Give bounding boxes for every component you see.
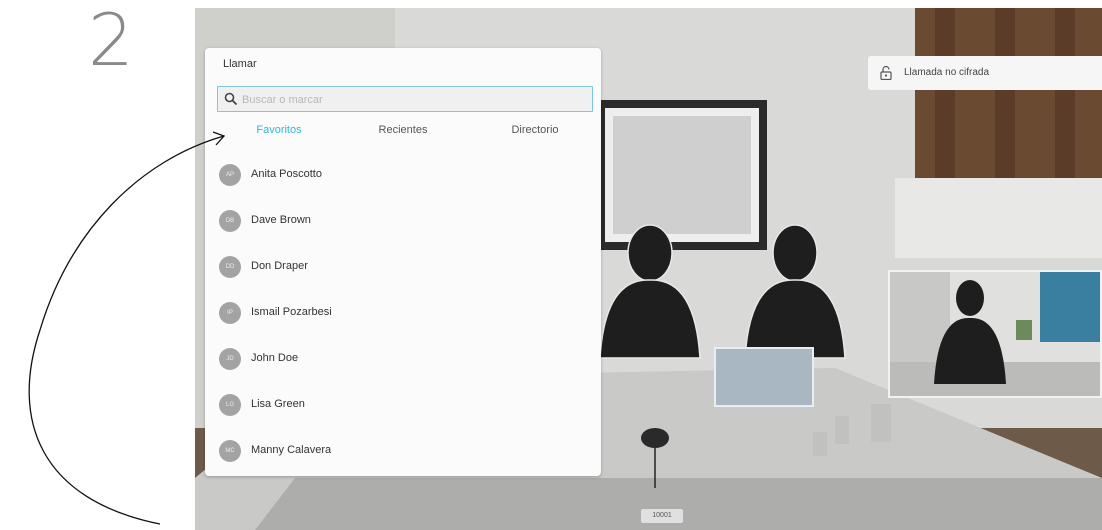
contact-item[interactable]: JD John Doe (205, 336, 601, 382)
avatar: IP (219, 302, 241, 324)
avatar: LG (219, 394, 241, 416)
tab-bar: Favoritos Recientes Directorio (205, 124, 601, 148)
call-panel: Llamar Favoritos Recientes Directorio AP… (205, 48, 601, 476)
tab-favoritos[interactable]: Favoritos (213, 124, 345, 136)
step-number: 2 (88, 0, 134, 82)
contact-item[interactable]: DD Don Draper (205, 244, 601, 290)
search-icon (224, 92, 238, 106)
contact-item[interactable]: LG Lisa Green (205, 382, 601, 428)
contact-name: John Doe (251, 352, 299, 364)
search-input[interactable] (240, 89, 584, 111)
avatar: DB (219, 210, 241, 232)
contact-list: AP Anita Poscotto DB Dave Brown DD Don D… (205, 152, 601, 474)
avatar: DD (219, 256, 241, 278)
search-box[interactable] (217, 86, 593, 112)
extension-label: 10001 (641, 509, 683, 523)
self-view-pip[interactable] (888, 270, 1102, 398)
contact-item[interactable]: AP Anita Poscotto (205, 152, 601, 198)
contact-name: Don Draper (251, 260, 308, 272)
contact-name: Manny Calavera (251, 444, 332, 456)
contact-name: Ismail Pozarbesi (251, 306, 332, 318)
tab-recientes[interactable]: Recientes (337, 124, 469, 136)
avatar: AP (219, 164, 241, 186)
unlock-icon (880, 66, 892, 80)
tab-directorio[interactable]: Directorio (469, 124, 601, 136)
contact-name: Dave Brown (251, 214, 311, 226)
encryption-notice: Llamada no cifrada (868, 56, 1102, 90)
contact-item[interactable]: IP Ismail Pozarbesi (205, 290, 601, 336)
contact-item[interactable]: DB Dave Brown (205, 198, 601, 244)
contact-name: Lisa Green (251, 398, 305, 410)
panel-title: Llamar (223, 58, 257, 70)
contact-item[interactable]: MC Manny Calavera (205, 428, 601, 474)
avatar: JD (219, 348, 241, 370)
encryption-notice-text: Llamada no cifrada (904, 67, 990, 78)
avatar: MC (219, 440, 241, 462)
contact-name: Anita Poscotto (251, 168, 322, 180)
